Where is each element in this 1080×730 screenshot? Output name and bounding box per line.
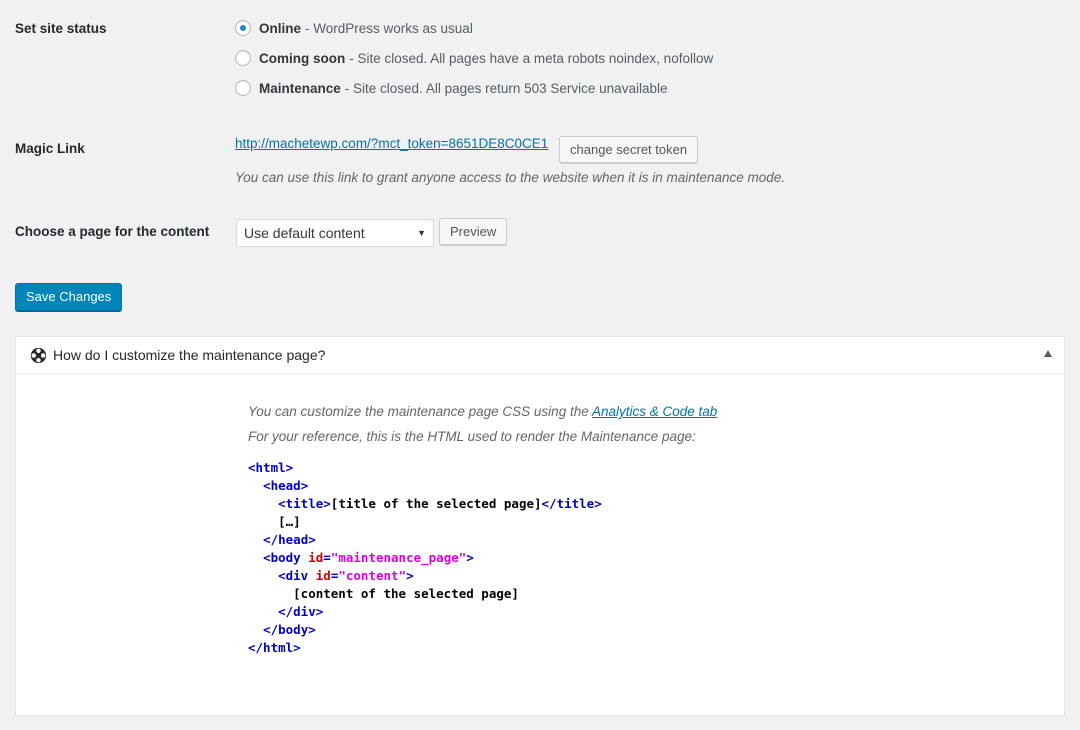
code-title-close: </title> xyxy=(541,496,602,511)
lifebuoy-icon xyxy=(30,347,47,364)
code-div-close: </div> xyxy=(278,604,324,619)
help-panel-header[interactable]: How do I customize the maintenance page? xyxy=(16,337,1064,374)
code-html-open: <html> xyxy=(248,460,294,475)
site-status-label: Set site status xyxy=(15,21,107,36)
radio-online[interactable]: Online - WordPress works as usual xyxy=(235,20,473,36)
change-secret-token-button[interactable]: change secret token xyxy=(559,136,699,163)
radio-online-description: - WordPress works as usual xyxy=(305,20,473,36)
radio-maintenance-name: Maintenance xyxy=(259,80,341,96)
collapse-arrow-icon[interactable] xyxy=(1044,350,1052,357)
magic-link-label: Magic Link xyxy=(15,141,85,156)
html-code-sample: <html> <head> <title>[title of the selec… xyxy=(248,459,717,657)
code-div-open-end: > xyxy=(406,568,414,583)
radio-button-coming-soon[interactable] xyxy=(235,50,251,66)
radio-button-online[interactable] xyxy=(235,20,251,36)
dropdown-arrow-icon: ▼ xyxy=(417,228,426,238)
code-body-val: "maintenance_page" xyxy=(330,550,467,565)
code-head-close: </head> xyxy=(263,532,316,547)
radio-online-name: Online xyxy=(259,20,302,36)
radio-maintenance-description: - Site closed. All pages return 503 Serv… xyxy=(344,80,668,96)
code-div-val: "content" xyxy=(338,568,407,583)
save-changes-button[interactable]: Save Changes xyxy=(15,283,123,311)
code-head-open: <head> xyxy=(263,478,309,493)
code-body-eq: = xyxy=(323,550,331,565)
help-panel-title: How do I customize the maintenance page? xyxy=(53,347,326,363)
code-body-attr: id xyxy=(308,550,324,565)
magic-link-url[interactable]: http://machetewp.com/?mct_token=8651DE8C… xyxy=(235,136,548,151)
code-html-close: </html> xyxy=(248,640,301,655)
radio-button-maintenance[interactable] xyxy=(235,80,251,96)
code-body-open-end: > xyxy=(466,550,474,565)
help-line-2: For your reference, this is the HTML use… xyxy=(248,429,696,444)
radio-coming-soon-description: - Site closed. All pages have a meta rob… xyxy=(349,50,714,66)
radio-maintenance[interactable]: Maintenance - Site closed. All pages ret… xyxy=(235,80,667,96)
help-line-1: You can customize the maintenance page C… xyxy=(248,403,717,420)
radio-coming-soon[interactable]: Coming soon - Site closed. All pages hav… xyxy=(235,50,713,66)
code-div-open: <div xyxy=(278,568,309,583)
content-page-label: Choose a page for the content xyxy=(15,224,210,239)
help-panel: How do I customize the maintenance page?… xyxy=(15,336,1065,716)
code-div-attr: id xyxy=(315,568,331,583)
radio-coming-soon-name: Coming soon xyxy=(259,50,346,66)
content-page-selected-value: Use default content xyxy=(244,225,365,241)
code-ellipsis: […] xyxy=(278,514,301,529)
content-page-select[interactable]: Use default content ▼ xyxy=(236,219,434,247)
magic-link-description: You can use this link to grant anyone ac… xyxy=(235,170,786,185)
code-content-text: [content of the selected page] xyxy=(293,586,519,601)
help-panel-body: You can customize the maintenance page C… xyxy=(248,403,717,657)
code-title-open: <title> xyxy=(278,496,331,511)
code-body-open: <body xyxy=(263,550,301,565)
code-title-text: [title of the selected page] xyxy=(330,496,542,511)
preview-button[interactable]: Preview xyxy=(439,218,508,245)
help-line-1-text: You can customize the maintenance page C… xyxy=(248,404,589,419)
code-body-close: </body> xyxy=(263,622,316,637)
analytics-code-tab-link[interactable]: Analytics & Code tab xyxy=(592,404,717,419)
